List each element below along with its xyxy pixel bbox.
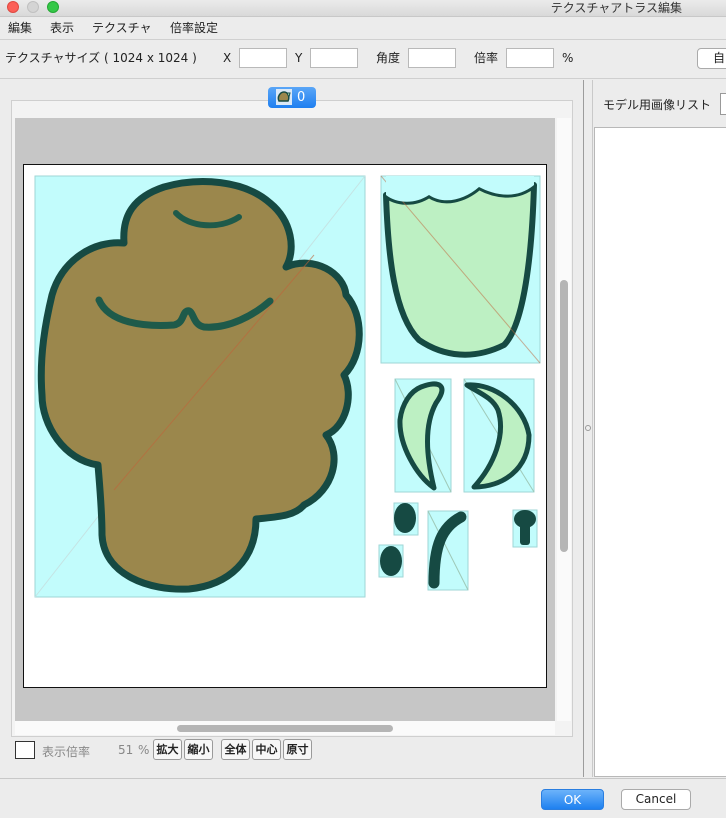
horizontal-scrollbar[interactable] <box>15 721 555 735</box>
model-image-list-title: モデル用画像リスト <box>603 98 712 112</box>
panel-splitter[interactable] <box>583 80 593 777</box>
zoom-in-button[interactable]: 拡大 <box>153 739 182 760</box>
atlas-piece-small-leaf-right[interactable] <box>463 378 535 493</box>
zoom-value: 51 <box>118 743 134 757</box>
title-bar: テクスチャアトラス編集 <box>0 0 726 17</box>
splitter-grip-icon[interactable] <box>585 425 591 431</box>
vertical-scrollbar[interactable] <box>557 118 571 721</box>
ok-button[interactable]: OK <box>541 789 604 810</box>
angle-label: 角度 <box>376 51 401 65</box>
y-field[interactable] <box>310 48 358 68</box>
texture-tab-label: 0 <box>297 90 306 105</box>
zoom-window-button[interactable] <box>47 1 59 13</box>
texture-canvas[interactable] <box>23 164 547 688</box>
atlas-piece-small-leaf-left[interactable] <box>394 378 452 493</box>
toolbar: テクスチャサイズ ( 1024 x 1024 ) X Y 角度 倍率 % 自 <box>0 40 726 79</box>
scale-field[interactable] <box>506 48 554 68</box>
zoom-out-button[interactable]: 縮小 <box>184 739 213 760</box>
percent-unit: % <box>562 51 574 65</box>
original-size-button[interactable]: 原寸 <box>283 739 312 760</box>
atlas-drawing <box>34 175 541 598</box>
horizontal-scroll-thumb[interactable] <box>177 725 393 732</box>
menu-texture[interactable]: テクスチャ <box>92 17 152 39</box>
atlas-piece-dot-a[interactable] <box>393 502 419 536</box>
angle-field[interactable] <box>408 48 456 68</box>
menu-edit[interactable]: 編集 <box>8 17 32 39</box>
right-panel-control[interactable] <box>720 93 726 115</box>
texture-size-label: テクスチャサイズ ( 1024 x 1024 ) <box>5 51 197 65</box>
atlas-piece-nub[interactable] <box>512 509 538 548</box>
y-label: Y <box>295 51 303 65</box>
atlas-piece-head[interactable] <box>34 175 366 598</box>
texture-tab-0[interactable]: 0 <box>268 87 316 108</box>
auto-button[interactable]: 自 <box>697 48 726 69</box>
atlas-piece-dot-b[interactable] <box>378 544 404 578</box>
atlas-piece-leaf[interactable] <box>380 175 541 364</box>
minimize-window-button[interactable] <box>27 1 39 13</box>
window-title: テクスチャアトラス編集 <box>550 1 682 15</box>
zoom-label: 表示倍率 <box>42 745 91 759</box>
close-window-button[interactable] <box>7 1 19 13</box>
dialog-button-bar: OK Cancel <box>0 778 726 818</box>
texture-thumbnail-icon <box>276 89 292 105</box>
fit-all-button[interactable]: 全体 <box>221 739 250 760</box>
menu-view[interactable]: 表示 <box>50 17 74 39</box>
menu-scale-settings[interactable]: 倍率設定 <box>170 17 218 39</box>
model-image-panel: モデル用画像リスト <box>594 80 726 777</box>
menu-bar: 編集 表示 テクスチャ 倍率設定 <box>0 17 726 40</box>
x-label: X <box>223 51 232 65</box>
zoom-unit: % <box>138 743 150 757</box>
atlas-piece-stem[interactable] <box>427 510 469 591</box>
model-image-list[interactable] <box>594 127 726 777</box>
scale-label: 倍率 <box>474 51 499 65</box>
texture-viewport[interactable] <box>15 118 555 721</box>
center-button[interactable]: 中心 <box>252 739 281 760</box>
color-swatch[interactable] <box>15 741 35 759</box>
cancel-button[interactable]: Cancel <box>621 789 691 810</box>
vertical-scroll-thumb[interactable] <box>560 280 568 552</box>
x-field[interactable] <box>239 48 287 68</box>
